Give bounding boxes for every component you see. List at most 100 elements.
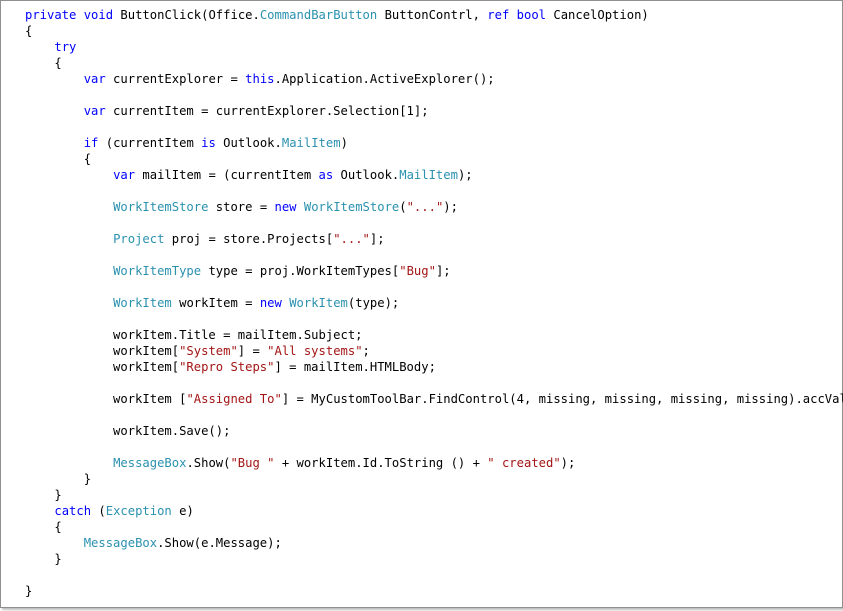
- code-line: var mailItem = (currentItem as Outlook.M…: [25, 167, 843, 183]
- code-line: try: [25, 39, 843, 55]
- text-token: {: [25, 24, 33, 38]
- text-token: .Application.ActiveExplorer();: [274, 72, 495, 86]
- code-line: {: [25, 519, 843, 535]
- code-line: }: [25, 471, 843, 487]
- code-line: if (currentItem is Outlook.MailItem): [25, 135, 843, 151]
- text-token: (: [399, 200, 407, 214]
- text-token: );: [560, 456, 576, 470]
- code-line: workItem.Save();: [25, 423, 843, 439]
- text-token: ;: [362, 344, 370, 358]
- text-token: (currentItem: [98, 136, 202, 150]
- text-token: .Show(: [186, 456, 231, 470]
- text-token: }: [25, 584, 33, 598]
- text-token: ] = mailItem.HTMLBody;: [274, 360, 436, 374]
- text-token: workItem[: [25, 360, 180, 374]
- code-line: WorkItemStore store = new WorkItemStore(…: [25, 199, 843, 215]
- code-line: private void ButtonClick(Office.CommandB…: [25, 7, 843, 23]
- text-token: workItem =: [171, 296, 260, 310]
- type-token: MailItem: [281, 136, 341, 150]
- code-line: MessageBox.Show("Bug " + workItem.Id.ToS…: [25, 455, 843, 471]
- keyword-token: private: [25, 8, 77, 22]
- text-token: ];: [435, 264, 451, 278]
- text-token: {: [25, 520, 62, 534]
- text-token: }: [25, 488, 62, 502]
- text-token: ): [340, 136, 348, 150]
- type-token: WorkItemStore: [303, 200, 400, 214]
- code-line: MessageBox.Show(e.Message);: [25, 535, 843, 551]
- type-token: MailItem: [399, 168, 458, 182]
- keyword-token: try: [54, 40, 77, 54]
- text-token: );: [457, 168, 473, 182]
- text-token: mailItem = (currentItem: [135, 168, 319, 182]
- text-token: type = proj.WorkItemTypes[: [201, 264, 400, 278]
- string-token: "All systems": [267, 344, 363, 358]
- string-token: " created": [487, 456, 561, 470]
- string-token: "System": [179, 344, 238, 358]
- keyword-token: catch: [54, 504, 92, 518]
- type-token: CommandBarButton: [259, 8, 378, 22]
- code-line: catch (Exception e): [25, 503, 843, 519]
- string-token: "...": [406, 200, 444, 214]
- code-line: }: [25, 487, 843, 503]
- keyword-token: if: [83, 136, 99, 150]
- text-token: workItem.Save();: [25, 424, 231, 438]
- string-token: "...": [333, 232, 370, 246]
- keyword-token: new: [274, 200, 297, 214]
- keyword-token: ref: [487, 8, 510, 22]
- text-token: Outlook.: [333, 168, 400, 182]
- text-token: currentExplorer =: [105, 72, 246, 86]
- text-token: ButtonContrl,: [377, 8, 488, 22]
- text-token: workItem [: [25, 392, 187, 406]
- keyword-token: new: [259, 296, 282, 310]
- text-token: + workItem.Id.ToString () +: [274, 456, 488, 470]
- code-line: WorkItem workItem = new WorkItem(type);: [25, 295, 843, 311]
- text-token: .Show(e.Message);: [157, 536, 282, 550]
- keyword-token: bool: [516, 8, 547, 22]
- code-line: var currentExplorer = this.Application.A…: [25, 71, 843, 87]
- code-line: WorkItemType type = proj.WorkItemTypes["…: [25, 263, 843, 279]
- text-token: ] = MyCustomToolBar.FindControl(4, missi…: [281, 392, 843, 406]
- text-token: CancelOption): [546, 8, 649, 22]
- code-block: private void ButtonClick(Office.CommandB…: [25, 7, 843, 599]
- keyword-token: void: [83, 8, 114, 22]
- code-line: }: [25, 583, 843, 599]
- text-token: workItem.Title = mailItem.Subject;: [25, 328, 363, 342]
- text-token: (type);: [347, 296, 400, 310]
- keyword-token: is: [201, 136, 216, 150]
- code-line: workItem["System"] = "All systems";: [25, 343, 843, 359]
- code-line: workItem["Repro Steps"] = mailItem.HTMLB…: [25, 359, 843, 375]
- type-token: WorkItem: [289, 296, 348, 310]
- text-token: }: [25, 552, 62, 566]
- code-line: workItem ["Assigned To"] = MyCustomToolB…: [25, 391, 843, 407]
- string-token: "Bug ": [230, 456, 275, 470]
- type-token: MessageBox: [83, 536, 158, 550]
- code-line: Project proj = store.Projects["..."];: [25, 231, 843, 247]
- text-token: Outlook.: [215, 136, 282, 150]
- keyword-token: var: [113, 168, 136, 182]
- text-token: proj = store.Projects[: [164, 232, 334, 246]
- string-token: "Bug": [399, 264, 436, 278]
- code-line: {: [25, 55, 843, 71]
- text-token: ButtonClick(Office.: [113, 8, 260, 22]
- type-token: WorkItemType: [113, 264, 202, 278]
- text-token: ] =: [237, 344, 268, 358]
- text-token: {: [25, 56, 62, 70]
- type-token: Exception: [105, 504, 172, 518]
- text-token: e): [171, 504, 194, 518]
